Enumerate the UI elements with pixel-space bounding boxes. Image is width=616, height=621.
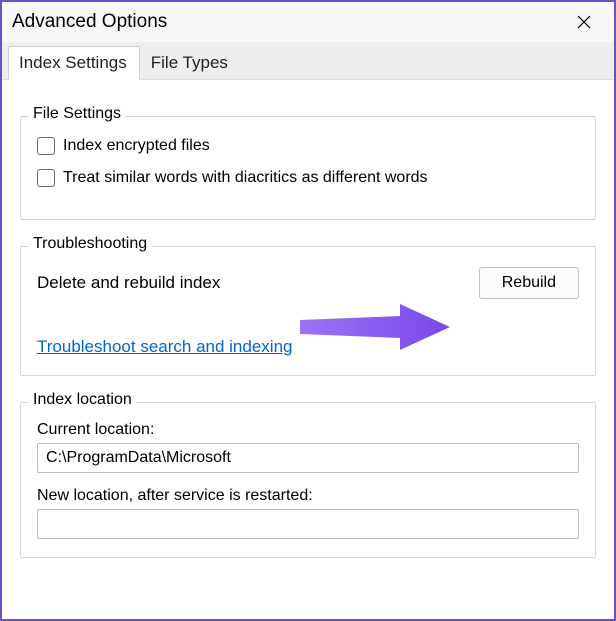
close-button[interactable] (564, 2, 604, 42)
label-current-location: Current location: (37, 421, 579, 439)
tab-file-types[interactable]: File Types (140, 46, 241, 80)
checkbox-label-encrypted: Index encrypted files (63, 137, 210, 155)
window-title: Advanced Options (12, 11, 564, 33)
label-new-location: New location, after service is restarted… (37, 487, 579, 505)
input-current-location[interactable] (37, 443, 579, 473)
row-troubleshoot-link: Troubleshoot search and indexing (37, 337, 579, 357)
checkbox-diacritics[interactable]: Treat similar words with diacritics as d… (37, 169, 579, 187)
row-delete-rebuild: Delete and rebuild index Rebuild (37, 267, 579, 299)
checkbox-label-diacritics: Treat similar words with diacritics as d… (63, 169, 428, 187)
tab-strip: Index Settings File Types (2, 42, 614, 80)
checkbox-index-encrypted[interactable]: Index encrypted files (37, 137, 579, 155)
tab-index-settings[interactable]: Index Settings (8, 46, 140, 80)
tab-content: File Settings Index encrypted files Trea… (2, 80, 614, 568)
titlebar: Advanced Options (2, 2, 614, 42)
group-title-file-settings: File Settings (29, 105, 125, 123)
close-icon (577, 15, 591, 29)
group-title-index-location: Index location (29, 391, 136, 409)
input-new-location[interactable] (37, 509, 579, 539)
group-file-settings: File Settings Index encrypted files Trea… (20, 116, 596, 220)
troubleshoot-link[interactable]: Troubleshoot search and indexing (37, 337, 292, 356)
group-title-troubleshooting: Troubleshooting (29, 235, 151, 253)
rebuild-button[interactable]: Rebuild (479, 267, 579, 299)
group-index-location: Index location Current location: New loc… (20, 402, 596, 558)
checkbox-icon (37, 169, 55, 187)
group-troubleshooting: Troubleshooting Delete and rebuild index… (20, 246, 596, 376)
label-delete-rebuild: Delete and rebuild index (37, 273, 220, 293)
dialog-window: Advanced Options Index Settings File Typ… (0, 0, 616, 621)
checkbox-icon (37, 137, 55, 155)
